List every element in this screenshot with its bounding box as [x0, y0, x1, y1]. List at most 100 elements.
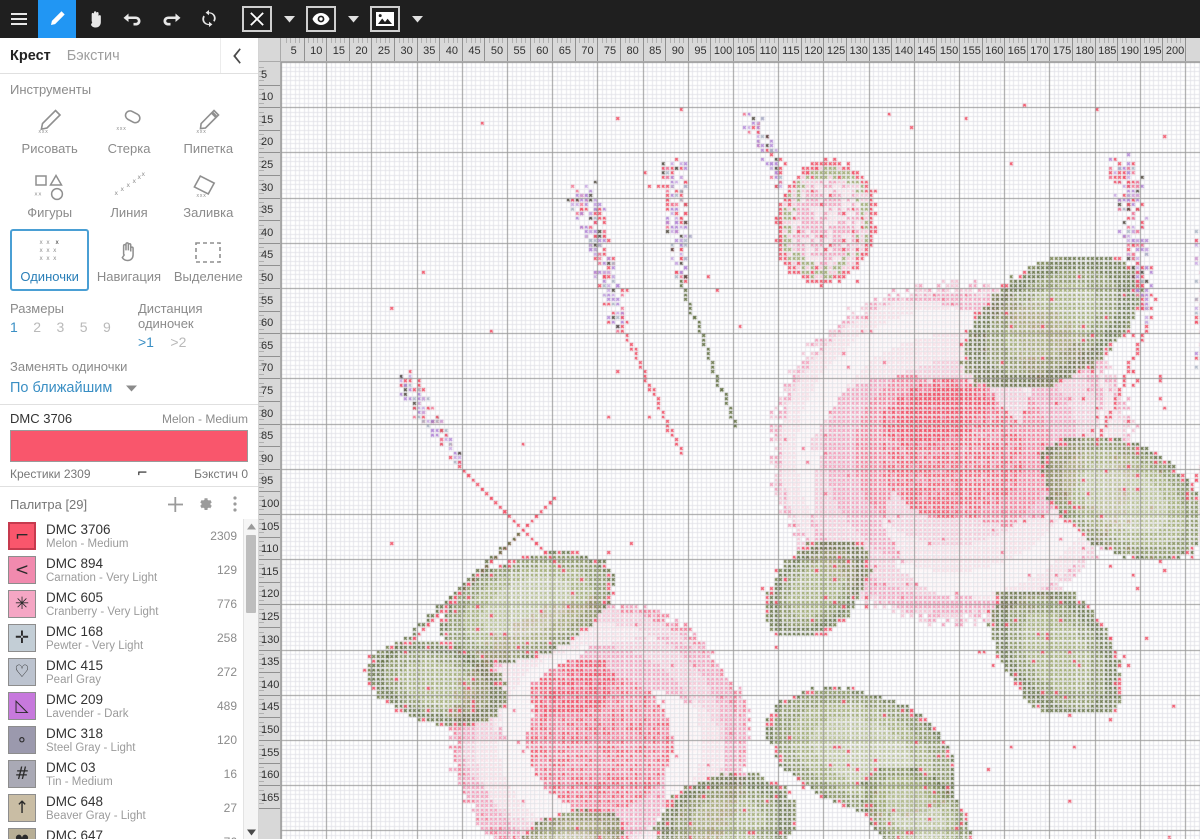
pan-tool-button[interactable] — [76, 0, 114, 38]
size-option-3[interactable]: 3 — [57, 319, 65, 335]
palette-row[interactable]: ✛ DMC 168 Pewter - Very Light 258 — [0, 621, 243, 655]
palette-swatch[interactable]: ✳ — [8, 590, 36, 618]
ruler-tick — [678, 38, 680, 43]
tool-eyedropper[interactable]: ᕽᕽᕽ Пипетка — [169, 101, 248, 163]
palette-swatch[interactable]: ↑ — [8, 794, 36, 822]
redo-button[interactable] — [152, 0, 190, 38]
distance-option-gt2[interactable]: >2 — [170, 334, 186, 350]
palette-swatch[interactable]: ◺ — [8, 692, 36, 720]
plus-icon — [167, 496, 183, 512]
palette-swatch[interactable]: ⌐ — [8, 522, 36, 550]
scroll-up-button[interactable] — [244, 519, 258, 533]
palette-swatch[interactable]: ∘ — [8, 726, 36, 754]
tab-cross[interactable]: Крест — [10, 48, 51, 64]
palette-count: 258 — [216, 631, 237, 645]
ruler-tick — [452, 38, 454, 43]
ruler-tick — [290, 38, 292, 43]
x-box-icon — [242, 6, 272, 32]
palette-row[interactable]: ⌐ DMC 3706 Melon - Medium 2309 — [0, 519, 243, 553]
ruler-tick — [936, 38, 938, 61]
scrollbar-thumb[interactable] — [246, 535, 256, 613]
svg-text:ᕽᕽᕽ: ᕽᕽᕽ — [196, 129, 206, 137]
ruler-tick — [1008, 38, 1010, 43]
tool-fill[interactable]: ᕽᕽᕽ Заливка — [169, 165, 248, 227]
palette-scrollbar[interactable] — [243, 519, 258, 839]
palette-swatch[interactable]: ✛ — [8, 624, 36, 652]
palette-text: DMC 03 Tin - Medium — [36, 760, 220, 789]
palette-row[interactable]: ✳ DMC 605 Cranberry - Very Light 776 — [0, 587, 243, 621]
ruler-tick — [259, 699, 264, 701]
ruler-label: 145 — [917, 45, 936, 57]
tool-singles[interactable]: ᕽ ᕽᕽ ᕽ ᕽ ᕽ ᕽ ᕽ ᕽ Одиночки — [10, 229, 90, 291]
tool-select[interactable]: Выделение — [169, 229, 248, 291]
palette-add-button[interactable] — [160, 493, 190, 515]
ruler-tick — [846, 38, 847, 61]
distance-options: >1 >2 — [138, 334, 248, 352]
palette-more-button[interactable] — [220, 493, 250, 515]
palette-row[interactable]: # DMC 03 Tin - Medium 16 — [0, 757, 243, 791]
palette-settings-button[interactable] — [190, 493, 220, 515]
palette-row[interactable]: ∘ DMC 318 Steel Gray - Light 120 — [0, 723, 243, 757]
ruler-tick — [556, 38, 558, 43]
distance-option-gt1[interactable]: >1 — [138, 334, 154, 350]
undo-button[interactable] — [114, 0, 152, 38]
ruler-tick — [321, 38, 323, 43]
image-view-button[interactable] — [366, 0, 404, 38]
refresh-button[interactable] — [190, 0, 228, 38]
gear-icon — [199, 497, 212, 510]
ruler-tick — [597, 38, 599, 61]
ruler-tick — [259, 152, 280, 154]
ruler-tick — [259, 405, 264, 407]
palette-swatch[interactable]: ♡ — [8, 658, 36, 686]
ruler-tick — [259, 514, 280, 515]
ruler-label: 200 — [1165, 45, 1185, 57]
cross-stitch-view-button[interactable] — [238, 0, 276, 38]
palette-row[interactable]: ♡ DMC 415 Pearl Gray 272 — [0, 655, 243, 689]
palette-swatch[interactable]: # — [8, 760, 36, 788]
size-option-9[interactable]: 9 — [103, 319, 111, 335]
palette-list-wrap: ⌐ DMC 3706 Melon - Medium 2309 < DMC 894 Carna… — [0, 519, 258, 839]
ruler-tick — [1040, 38, 1042, 43]
palette-row[interactable]: < DMC 894 Carnation - Very Light 129 — [0, 553, 243, 587]
ruler-label: 45 — [468, 45, 481, 57]
horizontal-ruler[interactable]: 5 10 15 20 25 30 35 40 45 50 55 60 65 70 75 80 85 90 95 100… — [281, 38, 1200, 62]
visibility-view-button[interactable] — [302, 0, 340, 38]
panel-collapse-button[interactable] — [220, 38, 254, 73]
ruler-tick — [949, 38, 951, 43]
pencil-tool-button[interactable] — [38, 0, 76, 38]
cross-stitch-view-caret[interactable] — [276, 0, 302, 38]
pattern-canvas[interactable] — [281, 62, 1200, 839]
ruler-tick — [1004, 38, 1006, 61]
vertical-ruler[interactable]: 5 10 15 20 25 30 35 40 45 50 55 60 65 70 75 80 85 90 95 100… — [259, 62, 281, 839]
size-option-5[interactable]: 5 — [80, 319, 88, 335]
palette-row[interactable]: ↑ DMC 648 Beaver Gray - Light 27 — [0, 791, 243, 825]
ruler-tick — [755, 38, 757, 61]
palette-swatch[interactable]: ♥ — [8, 828, 36, 839]
palette-swatch[interactable]: < — [8, 556, 36, 584]
current-color-swatch[interactable] — [10, 430, 248, 462]
ruler-label: 135 — [261, 656, 280, 669]
image-view-caret[interactable] — [404, 0, 430, 38]
scroll-down-button[interactable] — [244, 825, 258, 839]
palette-row[interactable]: ♥DMC 647Beaver Gray - Medium76 — [0, 825, 243, 839]
tool-navigation[interactable]: Навигация — [89, 229, 168, 291]
tab-backstitch[interactable]: Бэкстич — [67, 48, 120, 64]
ruler-tick — [1139, 38, 1141, 61]
size-option-1[interactable]: 1 — [10, 319, 18, 335]
palette-row[interactable]: ◺ DMC 209 Lavender - Dark 489 — [0, 689, 243, 723]
ruler-tick — [507, 38, 508, 61]
visibility-view-caret[interactable] — [340, 0, 366, 38]
menu-button[interactable] — [0, 0, 38, 38]
left-panel: Крест Бэкстич Инструменты ,ᕽᕽᕽ Рисовать … — [0, 38, 259, 839]
replace-mode-select[interactable]: По ближайшим — [10, 380, 248, 396]
pattern-canvas-wrap[interactable] — [281, 62, 1200, 839]
tool-eraser[interactable]: ᕽᕽᕽ Стерка — [89, 101, 168, 163]
ruler-tick — [259, 631, 264, 633]
tool-shapes-label: Фигуры — [27, 205, 73, 220]
size-option-2[interactable]: 2 — [33, 319, 41, 335]
palette-count: 776 — [216, 597, 237, 611]
tool-shapes[interactable]: ᕽᕽ Фигуры — [10, 165, 89, 227]
ruler-label: 115 — [261, 565, 279, 578]
tool-draw[interactable]: ,ᕽᕽᕽ Рисовать — [10, 101, 89, 163]
tool-line[interactable]: ᕽᕽᕽᕽᕽᕽ Линия — [89, 165, 168, 227]
